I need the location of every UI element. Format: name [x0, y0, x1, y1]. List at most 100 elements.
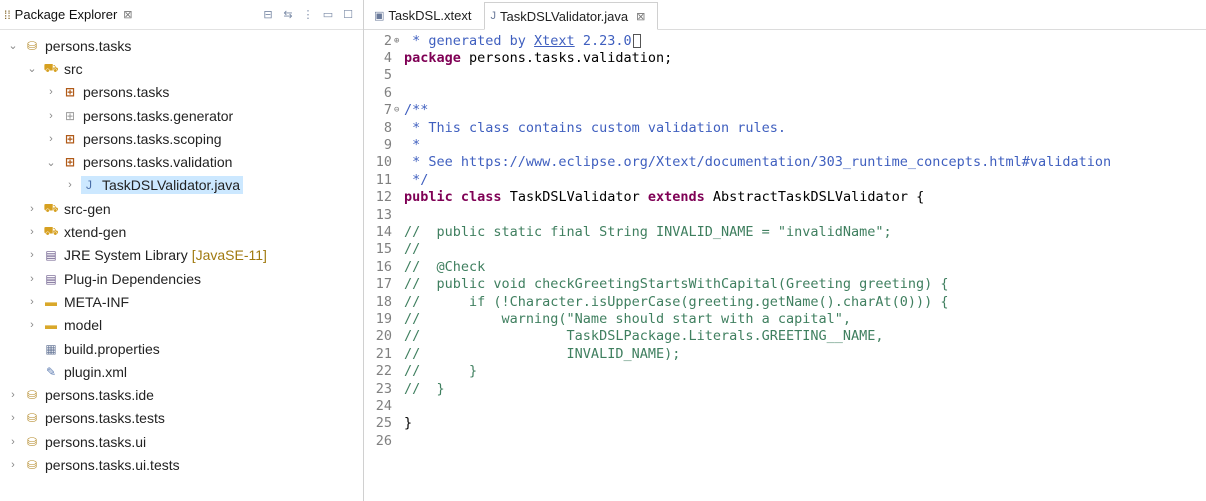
- chevron-right-icon[interactable]: ›: [25, 249, 39, 261]
- tree-item-label: JRE System Library: [64, 247, 188, 264]
- tree-item-content: ⛟ src-gen: [43, 200, 114, 218]
- chevron-right-icon[interactable]: ›: [6, 436, 20, 448]
- chevron-right-icon[interactable]: ›: [25, 226, 39, 238]
- chevron-right-icon[interactable]: ›: [6, 412, 20, 424]
- tree-item-label: persons.tasks.generator: [83, 107, 234, 124]
- chevron-right-icon[interactable]: ›: [25, 296, 39, 308]
- tree-item[interactable]: › ⛁ persons.tasks.tests: [0, 407, 363, 430]
- tree-item[interactable]: › ⊞ persons.tasks.generator: [0, 104, 363, 127]
- line-number: 14: [375, 223, 392, 240]
- chevron-right-icon[interactable]: ›: [44, 86, 58, 98]
- project-icon: ⛁: [26, 388, 38, 403]
- line-number: 25: [375, 415, 392, 432]
- chevron-right-icon[interactable]: ›: [44, 110, 58, 122]
- editor-tab-label: TaskDSL.xtext: [388, 7, 472, 23]
- tree-item[interactable]: › ▬ META-INF: [0, 290, 363, 313]
- code-line: 24: [364, 397, 1206, 414]
- chevron-right-icon[interactable]: ›: [25, 273, 39, 285]
- code-token: extends: [647, 189, 705, 206]
- code-line: 11 */: [364, 171, 1206, 188]
- tree-item[interactable]: › ⛟ src-gen: [0, 197, 363, 220]
- line-number: 24: [375, 397, 392, 414]
- tree-item-label: TaskDSLValidator.java: [102, 177, 240, 194]
- tree-item[interactable]: ⌄ ⊞ persons.tasks.validation: [0, 150, 363, 173]
- line-number: 11: [375, 171, 392, 188]
- tree-item[interactable]: ⌄ ⛟ src: [0, 57, 363, 80]
- tree-item-content: ▬ META-INF: [43, 293, 132, 311]
- properties-file-icon: ▦: [45, 341, 57, 356]
- tree-item-content: ⛁ persons.tasks.ui: [24, 433, 149, 451]
- tree-item[interactable]: › ▤ JRE System Library [JavaSE-11]: [0, 244, 363, 267]
- code-token: *: [404, 137, 421, 154]
- tree-item[interactable]: ▦ build.properties: [0, 337, 363, 360]
- code-line: 20 // TaskDSLPackage.Literals.GREETING__N…: [364, 328, 1206, 345]
- folder-icon: ▬: [45, 294, 57, 309]
- tree-item[interactable]: ✎ plugin.xml: [0, 360, 363, 383]
- tree-item[interactable]: › ⊞ persons.tasks: [0, 81, 363, 104]
- package-explorer-tab[interactable]: ⁞⁞ Package Explorer ⊠: [4, 3, 133, 27]
- java-file-icon: J: [86, 178, 92, 193]
- code-token: Xtext: [534, 32, 575, 49]
- tree-item-label: src-gen: [64, 200, 111, 217]
- code-line: 9 *: [364, 136, 1206, 153]
- chevron-right-icon[interactable]: ›: [6, 459, 20, 471]
- code-token: public: [404, 189, 453, 206]
- tree-item-label: src: [64, 60, 83, 77]
- package-icon: ⊞: [64, 131, 76, 146]
- tree-item[interactable]: › ⛁ persons.tasks.ui: [0, 430, 363, 453]
- line-number: 8: [383, 119, 392, 136]
- source-folder-icon: ⛟: [43, 200, 59, 215]
- collapse-all-icon[interactable]: ⊟: [261, 8, 275, 22]
- maximize-icon[interactable]: ☐: [341, 8, 355, 22]
- tree-item[interactable]: › ⛁ persons.tasks.ui.tests: [0, 453, 363, 476]
- code-token: // public static final String INVALID_NA…: [404, 223, 892, 240]
- close-icon[interactable]: ⊠: [636, 10, 645, 23]
- chevron-right-icon[interactable]: ›: [6, 389, 20, 401]
- chevron-right-icon[interactable]: ›: [25, 203, 39, 215]
- line-number: 21: [375, 345, 392, 362]
- tree-item-content: ⛁ persons.tasks: [24, 37, 134, 55]
- tree-item-content: ⛟ xtend-gen: [43, 223, 129, 241]
- code-line: 5: [364, 67, 1206, 84]
- code-token: * generated by: [404, 32, 535, 49]
- tree-item[interactable]: › J TaskDSLValidator.java: [0, 174, 363, 197]
- code-area[interactable]: 2 ⊕ * generated by Xtext 2.23.0 4 package p…: [364, 30, 1206, 449]
- editor-tab[interactable]: J TaskDSLValidator.java ⊠: [483, 2, 659, 30]
- chevron-right-icon[interactable]: ›: [25, 319, 39, 331]
- tree-item-content: ⊞ persons.tasks.scoping: [62, 130, 225, 148]
- tree-item[interactable]: › ▬ model: [0, 314, 363, 337]
- minimize-icon[interactable]: ▭: [321, 8, 335, 22]
- tree-item[interactable]: › ▤ Plug-in Dependencies: [0, 267, 363, 290]
- line-number: 17: [375, 276, 392, 293]
- chevron-right-icon[interactable]: ›: [44, 133, 58, 145]
- tree-item[interactable]: › ⛟ xtend-gen: [0, 220, 363, 243]
- expand-fold-icon[interactable]: ⊕: [394, 36, 404, 46]
- tree-item[interactable]: › ⊞ persons.tasks.scoping: [0, 127, 363, 150]
- tree-item[interactable]: ⌄ ⛁ persons.tasks: [0, 34, 363, 57]
- code-line: 10 * See https://www.eclipse.org/Xtext/d…: [364, 154, 1206, 171]
- collapse-fold-icon[interactable]: ⊖: [394, 105, 404, 115]
- chevron-down-icon[interactable]: ⌄: [6, 39, 20, 52]
- code-line: 8 * This class contains custom validatio…: [364, 119, 1206, 136]
- tree-item-content: ⊞ persons.tasks: [62, 83, 172, 101]
- chevron-down-icon[interactable]: ⌄: [25, 62, 39, 75]
- folder-icon: ▬: [45, 318, 57, 333]
- editor-tab-bar: ▣ TaskDSL.xtext J TaskDSLValidator.java ⊠: [364, 0, 1206, 30]
- package-icon: ⊞: [64, 155, 76, 170]
- xtext-file-icon: ▣: [374, 9, 385, 22]
- code-token: */: [404, 171, 429, 188]
- tree-item[interactable]: › ⛁ persons.tasks.ide: [0, 383, 363, 406]
- code-line: 22 // }: [364, 362, 1206, 379]
- chevron-down-icon[interactable]: ⌄: [44, 156, 58, 169]
- view-menu-icon[interactable]: ⋮: [301, 8, 315, 22]
- line-number: 12: [375, 189, 392, 206]
- code-line: 17 // public void checkGreetingStartsWith…: [364, 275, 1206, 292]
- line-number: 16: [375, 258, 392, 275]
- package-explorer-icon: ⁞⁞: [4, 7, 11, 22]
- editor-tab[interactable]: ▣ TaskDSL.xtext: [368, 1, 484, 29]
- close-icon[interactable]: ⊠: [123, 8, 132, 21]
- code-line: 26: [364, 432, 1206, 449]
- link-with-editor-icon[interactable]: ⇆: [281, 8, 295, 22]
- chevron-right-icon[interactable]: ›: [63, 179, 77, 191]
